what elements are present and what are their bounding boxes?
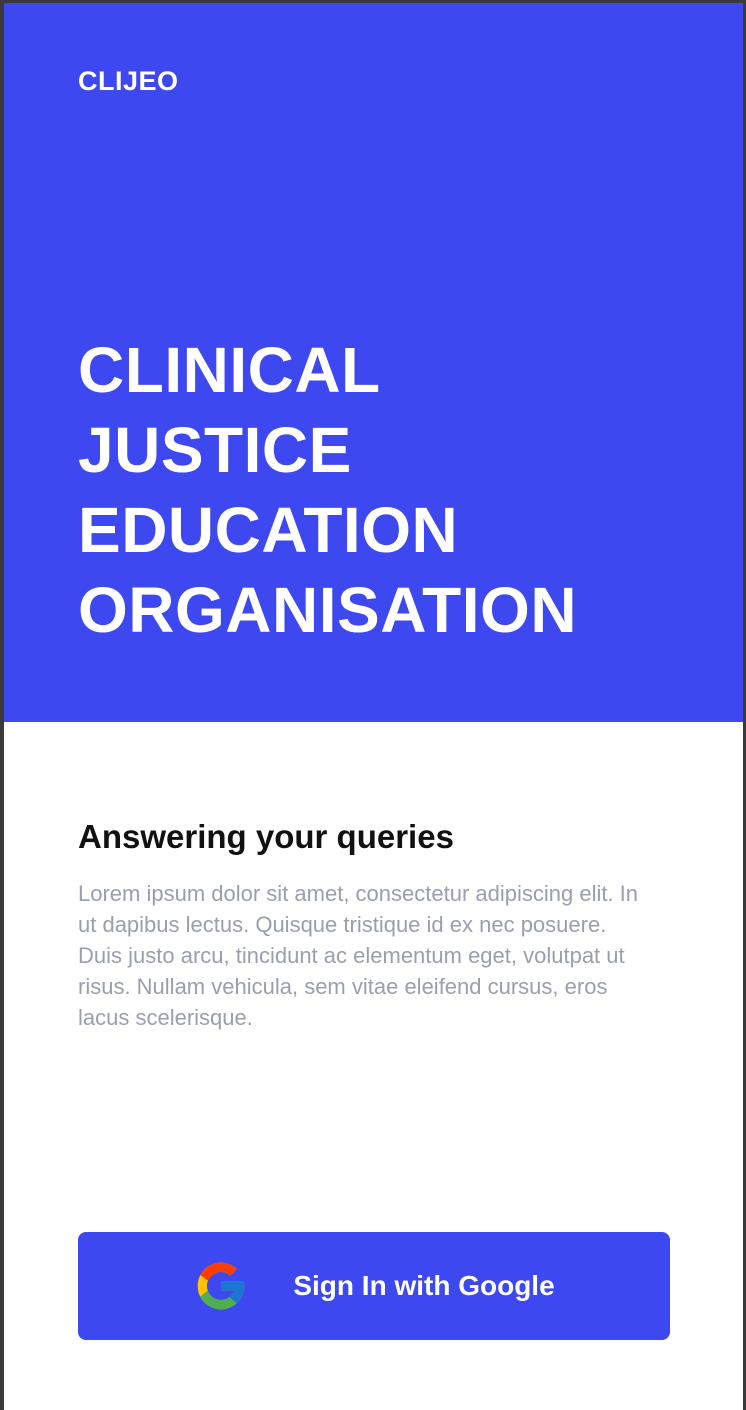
sign-in-google-button[interactable]: Sign In with Google	[78, 1232, 670, 1340]
hero-title-line: JUSTICE	[78, 414, 352, 486]
hero-title-line: CLINICAL	[78, 334, 381, 406]
hero-title-line: ORGANISATION	[78, 574, 578, 646]
brand-logo-text: CLIJEO	[78, 66, 179, 96]
section-title: Answering your queries	[78, 818, 454, 855]
screen-edge-top	[0, 0, 746, 3]
hero-title: CLINICAL JUSTICE EDUCATION ORGANISATION	[78, 330, 577, 650]
app-screen: CLIJEO CLINICAL JUSTICE EDUCATION ORGANI…	[0, 0, 746, 1410]
section-body-text: Lorem ipsum dolor sit amet, consectetur …	[78, 881, 639, 1030]
hero-banner: CLIJEO CLINICAL JUSTICE EDUCATION ORGANI…	[0, 0, 746, 722]
intro-section: Answering your queries Lorem ipsum dolor…	[78, 814, 668, 1033]
screen-edge-left	[0, 0, 4, 1410]
hero-title-line: EDUCATION	[78, 494, 459, 566]
google-icon	[193, 1258, 249, 1314]
sign-in-google-label: Sign In with Google	[293, 1270, 555, 1301]
